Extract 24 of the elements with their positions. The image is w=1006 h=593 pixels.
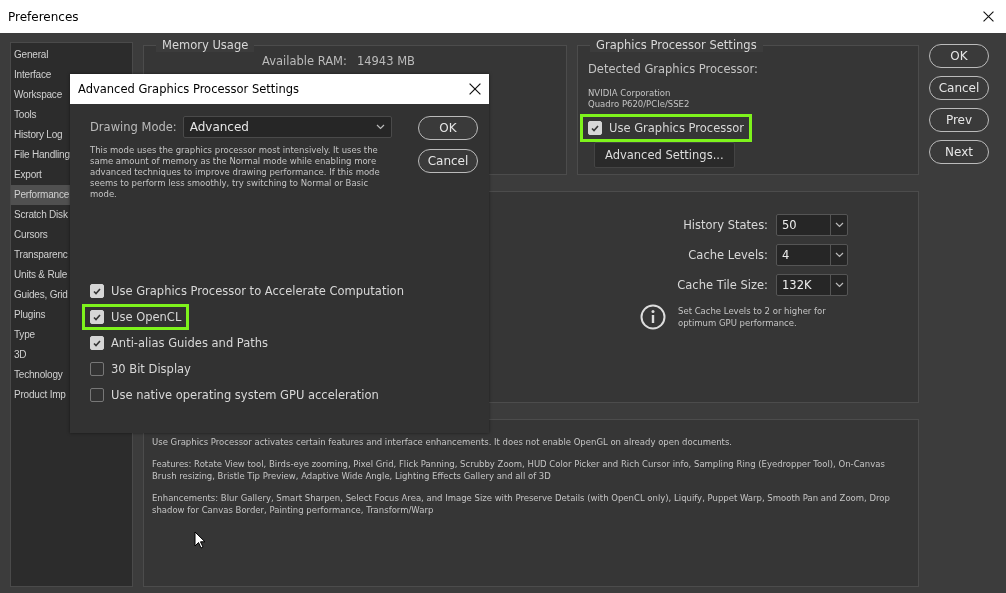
panel-title: Memory Usage [156,38,255,52]
gpu-model: Quadro P620/PCIe/SSE2 [588,99,690,110]
field-label: Cache Tile Size: [677,278,768,293]
gpu-vendor: NVIDIA Corporation [588,88,672,99]
checkbox-label: Use OpenCL [111,310,182,324]
description-text: Enhancements: Blur Gallery, Smart Sharpen, Select Focus Area, and Image Size with Preserve Details (with OpenCL only), Liquify, Puppet Warp, Smooth Pan and Zoom, Drop shadow for Canvas Border, Painting performance, Transform/Warp [152,492,891,517]
checkbox-label: Use native operating system GPU acceleration [111,388,379,402]
mode-description: This mode uses the graphics processor most intensively. It uses the same amount of memory as the Normal mode while enabling more advanced techniques to improve drawing performance. If this mode seems to perform less smoothly, try switching to Normal or Basic mode. [90,145,381,200]
cache-note: Set Cache Levels to 2 or higher for optimum GPU performance. [678,305,827,330]
window-title: Preferences [8,9,79,24]
panel-title: Graphics Processor Settings [590,38,763,52]
ram-value: 14943 MB [356,54,415,68]
description-text: Features: Rotate View tool, Birds-eye zooming, Pixel Grid, Flick Panning, Scrubby Zoom, HUD Color Picker and Rich Cursor info, Sampling Ring (Eyedropper Tool), On-Canvas Brush resizing, Bristle Tip Preview, Adaptive Wide Angle, Lighting Effects Gallery and all of 3D [152,458,886,483]
ram-label: Available RAM: [262,54,347,68]
checkbox-label: 30 Bit Display [111,362,191,376]
field-label: Drawing Mode: [90,120,177,134]
checkbox-label: Anti-alias Guides and Paths [111,336,269,350]
field-label: History States: [683,218,768,233]
description-text: Use Graphics Processor activates certain features and interface enhancements. It does not enable OpenGL on already open documents. [152,436,734,449]
checkbox-label: Use Graphics Processor [609,121,744,135]
field-label: Cache Levels: [688,248,768,263]
dialog-title: Advanced Graphics Processor Settings [78,82,300,96]
detected-label: Detected Graphics Processor: [588,62,758,76]
checkbox-label: Use Graphics Processor to Accelerate Computation [111,284,404,298]
